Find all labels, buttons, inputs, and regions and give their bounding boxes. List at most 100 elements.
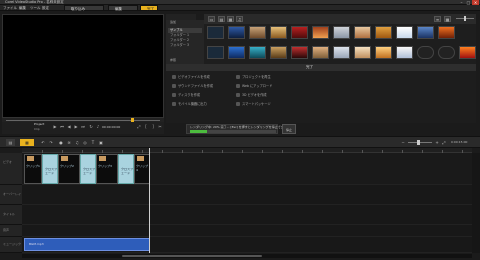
next-frame-icon[interactable]: ▶ [73,124,79,130]
thumbnail-item[interactable] [270,46,287,59]
playhead[interactable] [149,148,150,253]
thumbnail-item[interactable] [249,26,266,39]
thumbnail-item[interactable] [312,46,329,59]
voice-track[interactable] [22,225,472,237]
track-header-voice[interactable]: 音声 [0,225,22,237]
task-play-project[interactable]: プロジェクトを再生 [236,75,271,80]
auto-music-icon[interactable]: ♫ [74,139,80,146]
thumbnail-item[interactable] [333,46,350,59]
storyboard-view-icon[interactable]: ▤ [6,139,15,146]
repeat-icon[interactable]: ↻ [88,124,94,130]
track-header-video[interactable]: ビデオ [0,153,22,185]
timeline-scrollbar[interactable] [22,254,472,258]
task-create-sound[interactable]: サウンドファイルを作成 [172,84,213,89]
video-filter-icon[interactable]: ▤ [218,16,225,22]
thumbnail-size-handle[interactable] [464,16,466,21]
record-icon[interactable]: ● [58,139,64,146]
photo-filter-icon[interactable]: ▦ [227,16,234,22]
timecode-display[interactable]: 00:00:00:00 [102,125,120,129]
video-clip[interactable]: クリップ2 [58,154,80,184]
audio-clip[interactable]: BGM.mp3 [24,238,150,251]
timeline-view-icon[interactable]: ▦ [20,139,34,146]
menu-edit[interactable]: 編集 [19,5,26,11]
view-icon[interactable]: ▦ [444,16,451,22]
task-upload-web[interactable]: Web にアップロード [236,84,272,89]
disc-thumbnail[interactable] [417,46,434,59]
multi-camera-icon[interactable]: ▣ [98,139,104,146]
split-icon[interactable]: ✂ [157,124,163,130]
video-track[interactable]: クリップ1 クロスフェード クリップ2 クロスフェード クリップ3 クロスフェー… [22,153,472,185]
thumbnail-item[interactable] [375,46,392,59]
task-export-mobile[interactable]: モバイル機器に出力 [172,102,207,107]
transition-clip[interactable]: クロスフェード [80,154,96,184]
thumbnail-item[interactable] [249,46,266,59]
thumbnail-item[interactable] [375,26,392,39]
menu-tools[interactable]: ツール [30,5,41,11]
previous-frame-icon[interactable]: ◀ [66,124,72,130]
thumbnail-item[interactable] [228,26,245,39]
task-create-video[interactable]: ビデオファイルを作成 [172,75,210,80]
thumbnail-item[interactable] [312,26,329,39]
thumbnail-item[interactable] [270,26,287,39]
zoom-slider[interactable] [408,142,432,143]
thumbnail-item[interactable] [291,46,308,59]
folder-item-3[interactable]: フォルダー 3 [168,43,202,48]
end-icon[interactable]: ⏭ [80,124,86,130]
motion-tracking-icon[interactable]: ◎ [82,139,88,146]
thumbnail-item[interactable] [459,46,476,59]
thumbnail-item[interactable] [438,26,455,39]
task-create-disc[interactable]: ディスクを作成 [172,93,200,98]
fit-project-icon[interactable]: ⤢ [441,139,447,146]
clip-label[interactable]: Clip [34,127,40,131]
folder-icon[interactable]: ▭ [208,16,215,22]
play-icon[interactable]: ▶ [52,124,58,130]
step-capture-tab[interactable]: 取り込み [64,5,104,11]
zoom-slider-handle[interactable] [417,140,420,145]
thumbnail-item[interactable] [291,26,308,39]
thumbnail-item[interactable] [417,26,434,39]
thumbnail-item[interactable] [207,46,224,59]
thumbnail-item[interactable] [333,26,350,39]
video-clip[interactable]: クリップ1 [24,154,42,184]
options-header[interactable]: 完了 [166,64,476,71]
track-header-overlay[interactable]: オーバーレイ [0,185,22,205]
enlarge-icon[interactable]: ⤢ [136,124,142,130]
zoom-in-icon[interactable]: + [434,139,440,146]
thumbnail-item[interactable] [396,26,413,39]
overlay-track[interactable] [22,185,472,205]
menu-settings[interactable]: 設定 [42,5,49,11]
thumbnail-item[interactable] [207,26,224,39]
step-edit-tab[interactable]: 編集 [108,5,138,11]
library-add-button[interactable]: 追加 [168,20,202,25]
mark-in-icon[interactable]: [ [143,124,149,130]
library-browse-button[interactable]: 参照 [168,58,202,63]
home-icon[interactable]: ⏮ [59,124,65,130]
mixer-icon[interactable]: ≋ [66,139,72,146]
menu-file[interactable]: ファイル [3,5,17,11]
zoom-out-icon[interactable]: − [400,139,406,146]
track-header-music[interactable]: ミュージック [0,237,22,253]
redo-icon[interactable]: ↷ [48,139,54,146]
transition-clip[interactable]: クロスフェード [42,154,58,184]
undo-icon[interactable]: ↶ [40,139,46,146]
volume-icon[interactable]: ♪ [95,124,101,130]
project-label[interactable]: Project [34,122,44,126]
subtitle-icon[interactable]: T [90,139,96,146]
task-create-3d[interactable]: 3D ビデオを作成 [236,93,267,98]
disc-thumbnail[interactable] [438,46,455,59]
thumbnail-item[interactable] [228,46,245,59]
video-clip[interactable]: クリップ3 [96,154,118,184]
task-smart-package[interactable]: スマートパッケージ [236,102,271,107]
mark-out-icon[interactable]: ] [150,124,156,130]
timeline-scroll-thumb[interactable] [122,255,262,257]
video-clip[interactable]: クリップ4 [134,154,150,184]
title-track[interactable] [22,205,472,225]
render-stop-button[interactable]: 停止 [282,124,296,134]
thumbnail-item[interactable] [354,26,371,39]
track-header-title[interactable]: タイトル [0,205,22,225]
thumbnail-item[interactable] [354,46,371,59]
audio-filter-icon[interactable]: ♫ [236,16,243,22]
thumbnail-item[interactable] [396,46,413,59]
step-share-tab[interactable]: 完了 [140,5,158,11]
transition-clip[interactable]: クロスフェード [118,154,134,184]
